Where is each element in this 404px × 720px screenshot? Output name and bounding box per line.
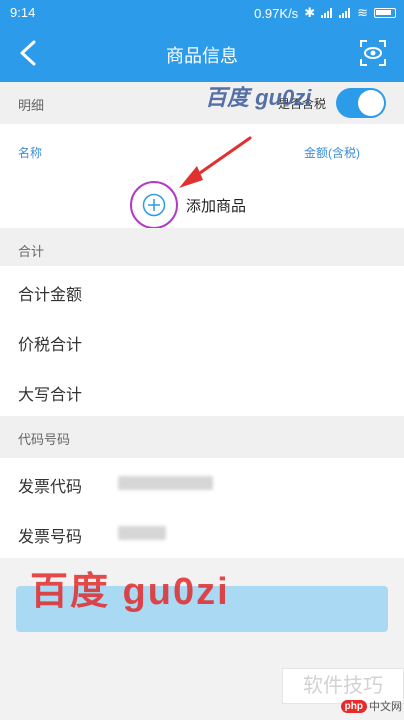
battery-icon: [374, 8, 396, 18]
invoice-number-value: [118, 526, 166, 540]
totals-section-header: 合计: [0, 228, 404, 270]
codes-list: 发票代码 发票号码: [0, 458, 404, 558]
invoice-code-row[interactable]: 发票代码: [0, 458, 404, 508]
codes-section-label: 代码号码: [18, 432, 71, 447]
total-uppercase-row[interactable]: 大写合计: [0, 366, 404, 416]
watermark-logo-badge: php: [340, 699, 367, 713]
nav-bar: 商品信息: [0, 24, 404, 82]
detail-section-label: 明细: [18, 98, 45, 113]
watermark-logo-site: 中文网: [369, 701, 402, 713]
scan-icon[interactable]: [358, 38, 388, 68]
highlight-ring: [130, 181, 178, 229]
status-time: 9:14: [10, 5, 36, 20]
total-amount-label: 合计金额: [18, 287, 83, 304]
totals-list: 合计金额 价税合计 大写合计: [0, 266, 404, 416]
watermark-logo: php 中文网: [340, 698, 402, 714]
total-amount-row[interactable]: 合计金额: [0, 266, 404, 316]
invoice-number-row[interactable]: 发票号码: [0, 508, 404, 558]
total-with-tax-label: 价税合计: [18, 337, 83, 354]
total-with-tax-row[interactable]: 价税合计: [0, 316, 404, 366]
plus-circle-icon: [142, 193, 166, 217]
invoice-number-label: 发票号码: [18, 529, 83, 546]
status-icons: 0.97K/s ✱ ≋: [254, 5, 396, 21]
status-bar: 9:14 0.97K/s ✱ ≋: [0, 0, 404, 24]
annotation-arrow-icon: [179, 136, 252, 188]
signal-icon-2: [339, 8, 351, 18]
network-speed: 0.97K/s: [254, 5, 299, 21]
toggle-knob: [358, 90, 384, 116]
watermark-top: 百度 gu0zi: [205, 85, 312, 110]
totals-section-label: 合计: [18, 244, 45, 259]
bluetooth-icon: ✱: [304, 5, 316, 20]
detail-section-header: 明细 是否含税: [0, 82, 404, 124]
invoice-code-value: [118, 476, 213, 490]
page-title: 商品信息: [166, 46, 238, 66]
watermark-bottom: 百度 gu0zi: [30, 571, 230, 613]
column-name-header: 名称: [18, 146, 43, 160]
column-amount-header: 金额(含税): [304, 146, 360, 160]
invoice-code-label: 发票代码: [18, 479, 83, 496]
signal-icon: [321, 8, 333, 18]
wifi-icon: ≋: [357, 5, 368, 20]
codes-section-header: 代码号码: [0, 416, 404, 458]
total-uppercase-label: 大写合计: [18, 387, 83, 404]
tax-included-toggle[interactable]: [336, 88, 386, 118]
